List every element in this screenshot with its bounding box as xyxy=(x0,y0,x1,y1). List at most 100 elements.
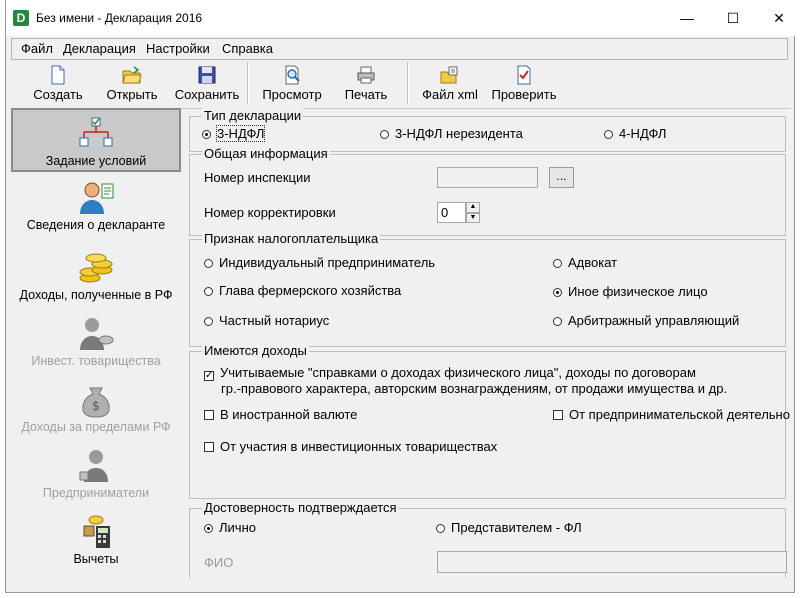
radio-indicator xyxy=(380,130,389,139)
radio-indicator xyxy=(553,317,562,326)
spin-down-icon[interactable]: ▼ xyxy=(466,213,480,223)
calculator-icon xyxy=(83,515,110,548)
radio-lawyer[interactable]: Адвокат xyxy=(553,255,617,270)
new-document-icon xyxy=(51,65,65,85)
declaration-type-title: Тип декларации xyxy=(202,108,304,123)
menu-declaration[interactable]: Декларация xyxy=(63,41,136,56)
radio-representative[interactable]: Представителем - ФЛ xyxy=(436,520,582,535)
xml-export-icon xyxy=(440,66,458,84)
fio-field[interactable] xyxy=(437,551,787,573)
checkbox-investment-partnerships[interactable]: От участия в инвестиционных товарищества… xyxy=(204,439,497,454)
svg-text:$: $ xyxy=(92,399,100,413)
toolbar: Создать Открыть Сохранить Просмотр Печат… xyxy=(11,60,791,109)
radio-indicator xyxy=(553,259,562,268)
minimize-button[interactable]: — xyxy=(664,0,710,36)
radio-indicator xyxy=(204,317,213,326)
radio-indicator xyxy=(204,259,213,268)
check-label: Проверить xyxy=(491,87,557,102)
checkbox-indicator xyxy=(204,442,214,452)
income-present-title: Имеются доходы xyxy=(202,343,309,358)
nav-conditions-label: Задание условий xyxy=(45,154,147,168)
radio-individual-entrepreneur[interactable]: Индивидуальный предприниматель xyxy=(204,255,435,270)
nav-deductions-label: Вычеты xyxy=(73,552,119,566)
document-check-icon xyxy=(517,65,531,85)
radio-selected-indicator xyxy=(553,288,562,297)
fio-label: ФИО xyxy=(204,555,234,570)
inspection-number-field[interactable] xyxy=(437,167,538,188)
floppy-disk-icon xyxy=(198,66,216,84)
save-button[interactable]: Сохранить xyxy=(169,60,245,106)
nav-deductions[interactable]: Вычеты xyxy=(11,512,181,574)
entrepreneur-icon xyxy=(79,450,108,482)
taxpayer-attribute-title: Признак налогоплательщика xyxy=(202,231,381,246)
application-window: D Без имени - Декларация 2016 — ☐ ✕ Файл… xyxy=(5,0,796,593)
nav-declarant[interactable]: Сведения о декларанте xyxy=(11,178,181,240)
title-bar[interactable]: D Без имени - Декларация 2016 — ☐ ✕ xyxy=(6,0,796,36)
nav-income-abroad-label: Доходы за пределами РФ xyxy=(21,420,171,434)
radio-personally[interactable]: Лично xyxy=(204,520,256,535)
reliability-group: Достоверность подтверждается Лично Предс… xyxy=(189,500,787,578)
navigation-sidebar: Задание условий Сведения о декларанте До… xyxy=(11,108,187,578)
coins-icon xyxy=(79,253,113,283)
check-button[interactable]: Проверить xyxy=(487,60,561,106)
radio-3ndfl-nonresident[interactable]: 3-НДФЛ нерезидента xyxy=(380,126,523,141)
nav-investment-partnerships[interactable]: Инвест. товарищества xyxy=(11,314,181,376)
radio-farm-head[interactable]: Глава фермерского хозяйства xyxy=(204,283,401,298)
menu-settings[interactable]: Настройки xyxy=(146,41,210,56)
radio-indicator xyxy=(604,130,613,139)
general-info-group: Общая информация Номер инспекции ... Ном… xyxy=(189,146,786,236)
xml-file-label: Файл xml xyxy=(422,87,478,102)
nav-income-rf[interactable]: Доходы, полученные в РФ xyxy=(11,248,181,310)
menu-help[interactable]: Справка xyxy=(222,41,273,56)
general-info-title: Общая информация xyxy=(202,146,330,161)
checkbox-foreign-currency[interactable]: В иностранной валюте xyxy=(204,407,357,422)
nav-conditions[interactable]: Задание условий xyxy=(11,108,181,172)
reliability-title: Достоверность подтверждается xyxy=(202,500,399,515)
nav-entrepreneurs[interactable]: Предприниматели xyxy=(11,446,181,508)
inspection-browse-button[interactable]: ... xyxy=(549,167,574,188)
menu-file[interactable]: Файл xyxy=(21,41,53,56)
radio-indicator xyxy=(436,524,445,533)
app-icon: D xyxy=(13,10,29,26)
nav-income-abroad[interactable]: $ Доходы за пределами РФ xyxy=(11,380,181,442)
print-label: Печать xyxy=(344,87,388,102)
tree-checklist-icon xyxy=(79,117,113,147)
open-label: Открыть xyxy=(106,87,158,102)
correction-number-field[interactable]: 0 xyxy=(437,202,466,223)
radio-arbitration-manager[interactable]: Арбитражный управляющий xyxy=(553,313,739,328)
checkmark-icon: ✓ xyxy=(204,370,214,381)
nav-income-rf-label: Доходы, полученные в РФ xyxy=(19,288,173,302)
radio-selected-indicator xyxy=(202,130,211,139)
create-label: Создать xyxy=(33,87,83,102)
nav-entrepreneurs-label: Предприниматели xyxy=(42,486,150,500)
close-button[interactable]: ✕ xyxy=(756,0,800,36)
main-content: Тип декларации 3-НДФЛ 3-НДФЛ нерезидента… xyxy=(189,108,790,578)
radio-3ndfl[interactable]: 3-НДФЛ xyxy=(202,125,266,142)
radio-selected-indicator xyxy=(204,524,213,533)
xml-file-button[interactable]: Файл xml xyxy=(415,60,485,106)
create-button[interactable]: Создать xyxy=(23,60,93,106)
money-bag-icon: $ xyxy=(82,387,110,418)
radio-4ndfl[interactable]: 4-НДФЛ xyxy=(604,126,666,141)
correction-number-label: Номер корректировки xyxy=(204,205,336,220)
checkbox-entrepreneur-income[interactable]: От предпринимательской деятельно xyxy=(553,407,790,422)
printer-icon xyxy=(357,66,375,84)
inspection-number-label: Номер инспекции xyxy=(204,170,311,185)
checkbox-indicator xyxy=(204,410,214,420)
radio-indicator xyxy=(204,287,213,296)
maximize-button[interactable]: ☐ xyxy=(710,0,756,36)
person-document-icon xyxy=(80,182,114,214)
checkbox-indicator xyxy=(553,410,563,420)
nav-declarant-label: Сведения о декларанте xyxy=(26,218,166,232)
investor-icon xyxy=(80,318,114,350)
preview-label: Просмотр xyxy=(262,87,322,102)
preview-button[interactable]: Просмотр xyxy=(255,60,329,106)
spin-up-icon[interactable]: ▲ xyxy=(466,202,480,213)
print-button[interactable]: Печать xyxy=(333,60,399,106)
checkbox-certificate-income[interactable]: ✓ Учитываемые "справками о доходах физиче… xyxy=(204,365,696,381)
magnifier-document-icon xyxy=(285,65,300,85)
radio-private-notary[interactable]: Частный нотариус xyxy=(204,313,329,328)
toolbar-separator xyxy=(407,62,409,104)
open-button[interactable]: Открыть xyxy=(97,60,167,106)
radio-other-individual[interactable]: Иное физическое лицо xyxy=(553,284,708,299)
